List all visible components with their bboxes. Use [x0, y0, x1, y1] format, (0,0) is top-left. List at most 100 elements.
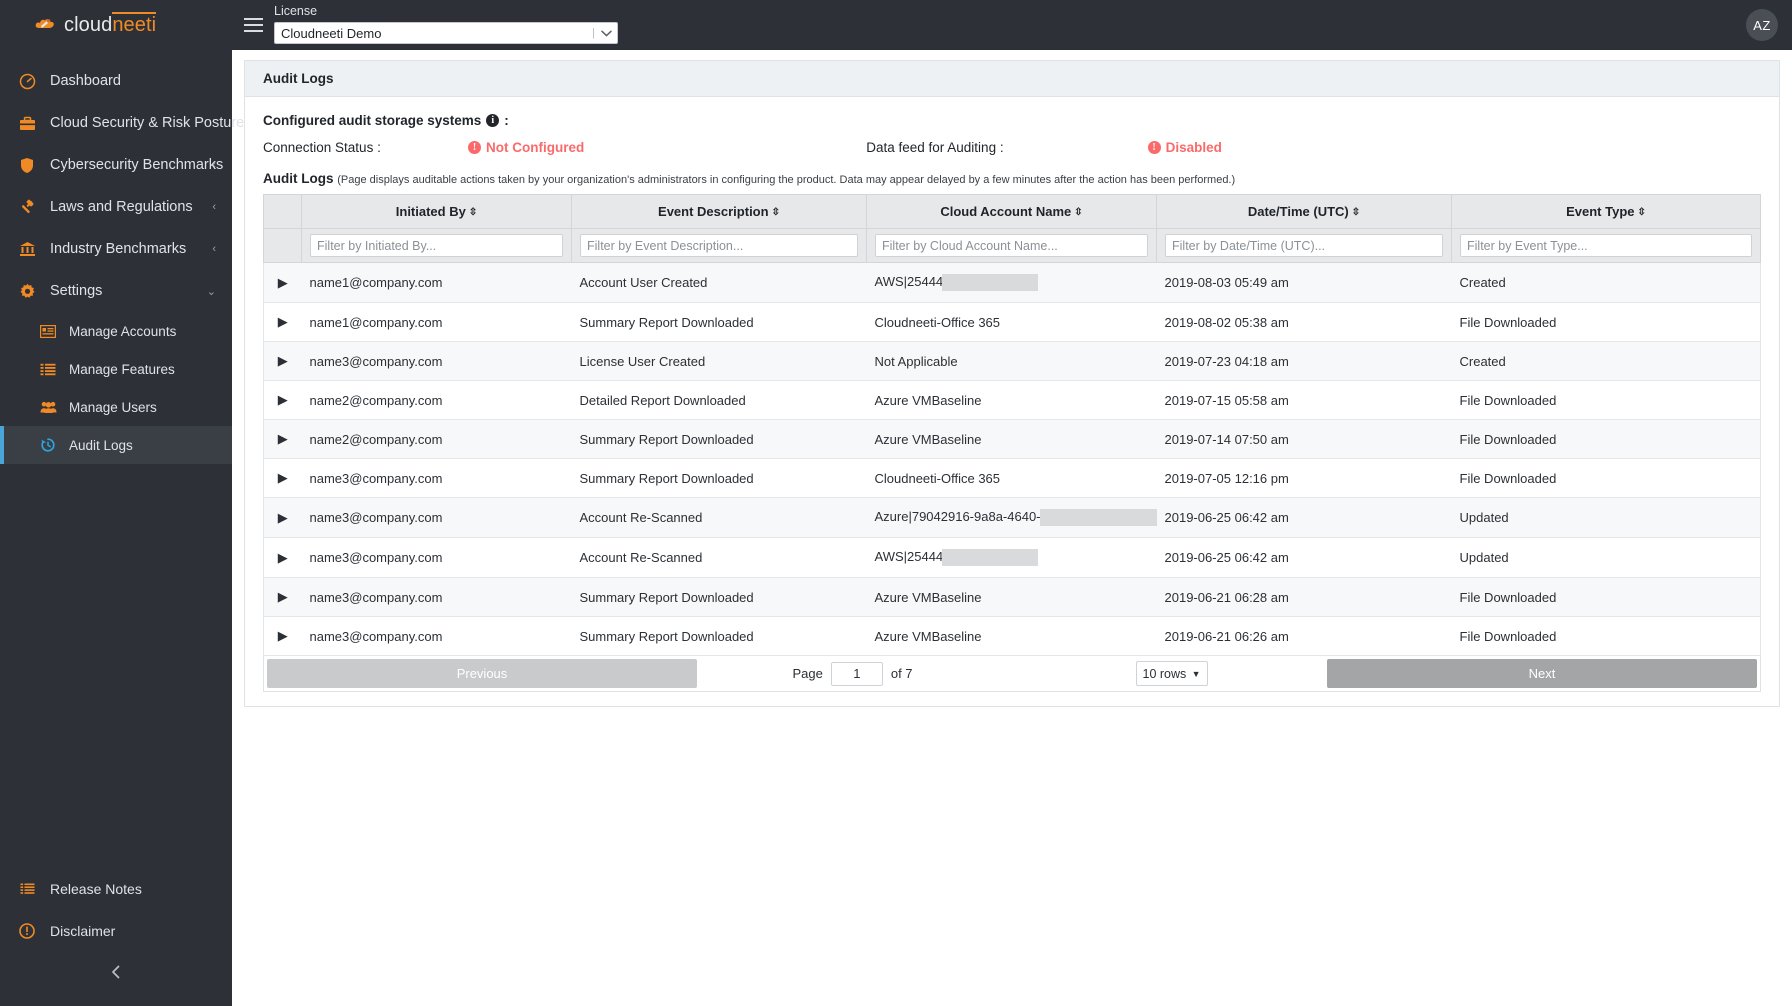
audit-logs-card: Audit Logs Configured audit storage syst…: [244, 60, 1780, 708]
filter-input-event-type[interactable]: [1460, 234, 1752, 257]
previous-page-button[interactable]: Previous: [267, 659, 697, 689]
cell-event-type: Updated: [1451, 497, 1761, 539]
cell-event-description: License User Created: [571, 341, 867, 382]
filter-input-cloud-account-name[interactable]: [875, 234, 1148, 257]
column-header-label: Initiated By: [395, 204, 466, 219]
column-header-cloud-account-name[interactable]: Cloud Account Name ⇳: [866, 194, 1157, 229]
column-header-event-description[interactable]: Event Description ⇳: [571, 194, 867, 229]
gear-icon: [16, 282, 38, 300]
row-expand-toggle[interactable]: ▶: [263, 497, 302, 539]
sidebar-item-audit-logs[interactable]: Audit Logs: [0, 426, 232, 464]
page-number-input[interactable]: [830, 661, 883, 686]
cell-initiated-by: name3@company.com: [301, 577, 572, 618]
table-row: ▶ name2@company.com Detailed Report Downlo…: [263, 380, 1761, 421]
data-feed-label: Data feed for Auditing :: [866, 140, 1004, 155]
gavel-icon: [16, 198, 38, 216]
filter-input-datetime-utc[interactable]: [1165, 234, 1443, 257]
row-expand-toggle[interactable]: ▶: [263, 341, 302, 382]
sidebar-item-label: Disclaimer: [50, 923, 116, 939]
sidebar-item-release-notes[interactable]: Release Notes: [0, 868, 232, 910]
status-row: Connection Status : ! Not Configured Dat…: [263, 140, 1761, 155]
chevron-left-icon: ‹: [212, 201, 216, 213]
row-expand-toggle[interactable]: ▶: [263, 577, 302, 618]
cell-cloud-account-name: Cloudneeti-Office 365: [866, 458, 1157, 499]
redacted-value: [942, 274, 1039, 292]
column-header-datetime-utc[interactable]: Date/Time (UTC) ⇳: [1156, 194, 1452, 229]
connection-status-badge: ! Not Configured: [468, 140, 584, 155]
cell-event-description: Summary Report Downloaded: [571, 458, 867, 499]
row-expand-toggle[interactable]: ▶: [263, 262, 302, 304]
info-icon[interactable]: i: [486, 114, 500, 127]
column-header-initiated-by[interactable]: Initiated By ⇳: [301, 194, 572, 229]
page-body: Audit Logs Configured audit storage syst…: [232, 50, 1792, 1006]
license-select-value: Cloudneeti Demo: [281, 25, 382, 41]
hamburger-icon[interactable]: [236, 0, 270, 50]
row-expand-toggle[interactable]: ▶: [263, 380, 302, 421]
sidebar-item-cybersecurity-benchmarks[interactable]: Cybersecurity Benchmarks ‹: [0, 144, 232, 186]
chevron-left-icon: ‹: [212, 159, 216, 171]
chevron-left-icon: [110, 965, 122, 979]
sidebar-item-label: Settings: [50, 283, 103, 299]
cell-datetime-utc: 2019-07-05 12:16 pm: [1156, 458, 1452, 499]
cell-cloud-account-name: Cloudneeti-Office 365: [866, 302, 1157, 343]
cell-event-type: File Downloaded: [1451, 419, 1761, 460]
brand-logo[interactable]: cloudneeti: [0, 0, 232, 50]
gauge-icon: [16, 72, 38, 90]
license-select-caret-group: |: [592, 27, 612, 39]
top-bar: License Cloudneeti Demo | AZ: [232, 0, 1792, 50]
pagination-bar: Previous Page of 7 10 rows ▼: [263, 656, 1761, 693]
cell-cloud-account-name: Azure VMBaseline: [866, 577, 1157, 618]
sidebar-item-manage-features[interactable]: Manage Features: [0, 350, 232, 388]
cell-datetime-utc: 2019-07-23 04:18 am: [1156, 341, 1452, 382]
next-page-button[interactable]: Next: [1327, 659, 1757, 689]
column-header-event-type[interactable]: Event Type ⇳: [1451, 194, 1761, 229]
sidebar-item-dashboard[interactable]: Dashboard: [0, 60, 232, 102]
row-expand-toggle[interactable]: ▶: [263, 458, 302, 499]
caret-right-icon: ▶: [277, 431, 288, 447]
filter-cell-event-type: [1451, 228, 1761, 263]
caret-right-icon: ▶: [277, 549, 288, 565]
cell-event-type: File Downloaded: [1451, 380, 1761, 421]
row-expand-toggle[interactable]: ▶: [263, 616, 302, 657]
cell-datetime-utc: 2019-06-25 06:42 am: [1156, 537, 1452, 579]
caret-right-icon: ▶: [277, 392, 288, 408]
cell-cloud-account-name: Azure VMBaseline: [866, 616, 1157, 657]
sidebar-item-laws-and-regulations[interactable]: Laws and Regulations ‹: [0, 186, 232, 228]
sidebar-collapse-button[interactable]: [0, 952, 232, 992]
brand-name: cloudneeti: [64, 11, 157, 37]
chevron-left-icon: ‹: [212, 243, 216, 255]
sidebar: cloudneeti Dashboard Cloud Security & Ri…: [0, 0, 244, 1006]
sidebar-item-manage-accounts[interactable]: Manage Accounts: [0, 312, 232, 350]
sidebar-item-settings[interactable]: Settings ⌄: [0, 270, 232, 312]
filter-input-initiated-by[interactable]: [310, 234, 563, 257]
exclamation-circle-icon: !: [468, 141, 481, 154]
sidebar-item-industry-benchmarks[interactable]: Industry Benchmarks ‹: [0, 228, 232, 270]
audit-logs-subtitle-heading: Audit Logs: [263, 171, 334, 186]
table-body: ▶ name1@company.com Account User Created AW…: [263, 262, 1761, 657]
cell-event-description: Summary Report Downloaded: [571, 616, 867, 657]
sidebar-item-disclaimer[interactable]: Disclaimer: [0, 910, 232, 952]
sidebar-item-manage-users[interactable]: Manage Users: [0, 388, 232, 426]
column-header-label: Date/Time (UTC): [1247, 204, 1349, 219]
caret-right-icon: ▶: [277, 628, 288, 644]
caret-right-icon: ▶: [277, 274, 288, 290]
avatar[interactable]: AZ: [1746, 9, 1778, 41]
license-select[interactable]: Cloudneeti Demo |: [274, 22, 618, 44]
column-header-label: Cloud Account Name: [940, 204, 1072, 219]
row-expand-toggle[interactable]: ▶: [263, 302, 302, 343]
cell-cloud-account-name: Azure VMBaseline: [866, 380, 1157, 421]
cell-event-description: Summary Report Downloaded: [571, 419, 867, 460]
pagination-middle: Page of 7 10 rows ▼: [700, 656, 1324, 691]
cell-event-description: Summary Report Downloaded: [571, 577, 867, 618]
rows-per-page-select[interactable]: 10 rows ▼: [1135, 661, 1208, 687]
configured-storage-title: Configured audit storage systems i :: [263, 113, 1761, 128]
total-pages-label: of 7: [890, 666, 913, 682]
filter-input-event-description[interactable]: [580, 234, 858, 257]
sidebar-item-cloud-security-risk-posture[interactable]: Cloud Security & Risk Posture: [0, 102, 244, 144]
row-expand-toggle[interactable]: ▶: [263, 419, 302, 460]
cell-event-type: File Downloaded: [1451, 577, 1761, 618]
caret-right-icon: ▶: [277, 509, 288, 525]
cell-event-type: File Downloaded: [1451, 616, 1761, 657]
row-expand-toggle[interactable]: ▶: [263, 537, 302, 579]
redacted-value: [942, 549, 1039, 567]
